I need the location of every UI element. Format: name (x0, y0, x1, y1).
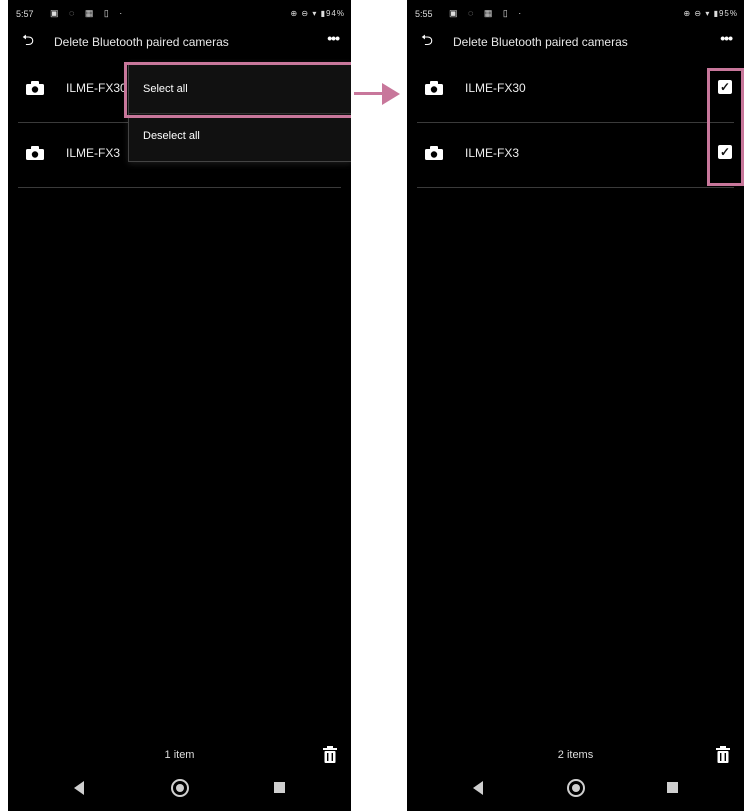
camera-icon (425, 146, 443, 160)
system-status-icons: ⊕ ⊖ ▾ ▮95% (683, 9, 738, 18)
camera-name: ILME-FX3 (465, 146, 520, 160)
camera-icon (26, 81, 44, 95)
camera-name: ILME-FX30 (66, 81, 127, 95)
menu-item-deselect-all[interactable]: Deselect all (129, 113, 351, 158)
more-options-icon[interactable]: ••• (720, 30, 733, 46)
checkboxes-highlight (707, 68, 744, 186)
status-bar: 5:57 ▣ ◌ ▦ ▯ · ⊕ ⊖ ▾ ▮94% (8, 0, 351, 28)
back-icon[interactable]: ⮌ (22, 33, 34, 48)
list-item[interactable]: ILME-FX3 ✓ (417, 123, 734, 188)
camera-name: ILME-FX30 (465, 81, 526, 95)
footer-bar: 1 item (8, 744, 351, 768)
camera-icon (26, 146, 44, 160)
system-nav-bar (407, 778, 744, 804)
notification-icons: ▣ ◌ ▦ ▯ · (449, 8, 526, 18)
left-phone-screen: 5:57 ▣ ◌ ▦ ▯ · ⊕ ⊖ ▾ ▮94% ⮌ Delete Bluet… (8, 0, 351, 811)
app-bar: ⮌ Delete Bluetooth paired cameras ••• (407, 30, 744, 56)
page-title: Delete Bluetooth paired cameras (54, 35, 229, 49)
list-item[interactable]: ILME-FX30 ✓ (417, 58, 734, 123)
more-options-icon[interactable]: ••• (327, 30, 340, 46)
status-bar: 5:55 ▣ ◌ ▦ ▯ · ⊕ ⊖ ▾ ▮95% (407, 0, 744, 28)
nav-back-icon[interactable] (74, 781, 84, 795)
nav-recents-icon[interactable] (667, 782, 678, 793)
menu-item-label: Deselect all (143, 130, 200, 142)
camera-icon (425, 81, 443, 95)
notification-icons: ▣ ◌ ▦ ▯ · (50, 8, 127, 18)
nav-back-icon[interactable] (473, 781, 483, 795)
camera-name: ILME-FX3 (66, 146, 121, 160)
back-icon[interactable]: ⮌ (421, 33, 433, 48)
status-time: 5:57 (16, 9, 34, 19)
transition-arrow-head (382, 83, 400, 105)
page-title: Delete Bluetooth paired cameras (453, 35, 628, 49)
trash-icon[interactable] (323, 746, 337, 763)
system-nav-bar (8, 778, 351, 804)
trash-icon[interactable] (716, 746, 730, 763)
nav-home-icon[interactable] (170, 779, 189, 797)
status-time: 5:55 (415, 9, 433, 19)
nav-recents-icon[interactable] (274, 782, 285, 793)
camera-list: ILME-FX30 ✓ ILME-FX3 ✓ (407, 58, 744, 188)
nav-home-icon[interactable] (566, 779, 585, 797)
system-status-icons: ⊕ ⊖ ▾ ▮94% (290, 9, 345, 18)
footer-bar: 2 items (407, 744, 744, 768)
select-all-highlight (124, 62, 351, 118)
right-phone-screen: 5:55 ▣ ◌ ▦ ▯ · ⊕ ⊖ ▾ ▮95% ⮌ Delete Bluet… (407, 0, 744, 811)
app-bar: ⮌ Delete Bluetooth paired cameras ••• (8, 30, 351, 56)
item-count: 1 item (164, 749, 195, 761)
transition-arrow-line (354, 92, 384, 95)
item-count: 2 items (557, 749, 594, 761)
